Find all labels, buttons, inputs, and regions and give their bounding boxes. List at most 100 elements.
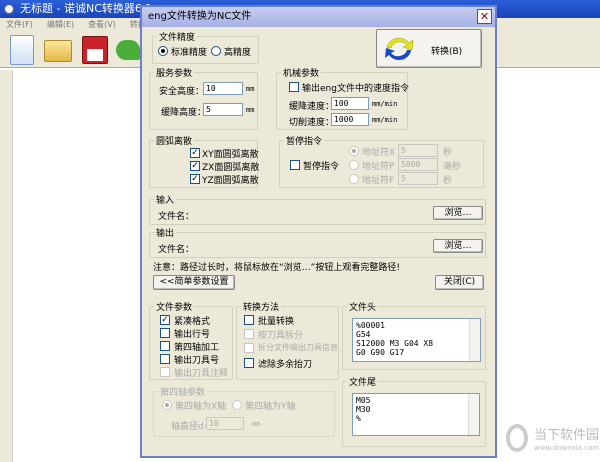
batch-convert-checkbox[interactable] — [244, 315, 254, 325]
watermark: 当下软件园 www.downxia.com — [500, 420, 600, 460]
cut-speed-input[interactable]: 1000 — [331, 113, 369, 126]
close-icon[interactable]: ✕ — [477, 9, 492, 24]
xy-arc-checkbox[interactable]: ✓ — [190, 148, 200, 158]
path-note: 注意：路径过长时，将鼠标放在“浏览…”按钮上观看完整路径! — [153, 263, 400, 273]
cut-speed-label: 切削速度： — [289, 118, 335, 128]
group-label: 输出 — [154, 226, 177, 239]
open-folder-icon[interactable] — [44, 40, 72, 62]
diameter-input[interactable]: 10 — [206, 417, 244, 430]
high-precision-radio[interactable] — [211, 46, 221, 56]
file-head-textarea[interactable]: %00001 G54 S12000 M3 G04 X8 G0 G90 G17 — [352, 318, 481, 362]
group-label: 文件精度 — [157, 30, 198, 43]
file-tail-group: 文件尾 M05 M30 % — [342, 375, 486, 447]
group-label: 转换方法 — [241, 300, 282, 313]
checkbox-label: 输出刀具注释 — [174, 369, 229, 379]
fourth-axis-y-radio[interactable] — [232, 400, 242, 410]
watermark-name: 当下软件园 — [534, 428, 600, 443]
checkbox-label: YZ面圆弧离散 — [202, 176, 259, 186]
address-p-radio[interactable] — [349, 160, 359, 170]
checkbox-label: 第四轴加工 — [174, 343, 220, 353]
scrollbar[interactable] — [468, 394, 479, 435]
zx-arc-checkbox[interactable]: ✓ — [190, 161, 200, 171]
group-label: 文件尾 — [347, 375, 379, 388]
checkbox-label: 拆分文件输出刀具信息 — [258, 343, 338, 352]
output-speed-checkbox[interactable] — [289, 82, 299, 92]
undo-icon[interactable] — [116, 40, 140, 60]
output-tool-number-checkbox[interactable] — [160, 354, 170, 364]
split-by-tool-checkbox[interactable] — [244, 329, 254, 339]
simple-settings-button[interactable]: <<简单参数设置 — [153, 275, 235, 290]
output-tool-comment-checkbox[interactable] — [160, 367, 170, 377]
checkbox-label: 按刀具拆分 — [258, 331, 304, 341]
radio-label: 第四轴为Y轴 — [245, 402, 296, 412]
group-label: 文件参数 — [154, 300, 195, 313]
close-button[interactable]: 关闭(C) — [435, 275, 484, 290]
radio-label: 地址符P — [362, 162, 395, 172]
input-filename-label: 文件名： — [158, 212, 195, 222]
group-label: 服务参数 — [154, 66, 195, 79]
file-tail-textarea[interactable]: M05 M30 % — [352, 393, 480, 436]
slow-height-input[interactable]: 5 — [203, 103, 243, 116]
radio-label: 地址符X — [362, 148, 396, 158]
slow-speed-input[interactable]: 100 — [331, 97, 369, 110]
scrollbar[interactable] — [469, 319, 480, 361]
menu-view[interactable]: 查看(V) — [88, 20, 116, 29]
machine-params-group: 机械参数 输出eng文件中的速度指令 缓降速度： 100 mm/min 切削速度… — [276, 66, 409, 130]
slow-speed-label: 缓降速度： — [289, 102, 335, 112]
watermark-url: www.downxia.com — [534, 444, 600, 452]
checkbox-label: 批量转换 — [258, 317, 295, 327]
output-line-number-checkbox[interactable] — [160, 328, 170, 338]
output-browse-button[interactable]: 浏览… — [433, 239, 483, 253]
radio-label: 标准精度 — [171, 48, 208, 58]
fourth-axis-x-radio[interactable] — [162, 400, 172, 410]
input-group: 输入 文件名： 浏览… — [149, 193, 486, 225]
checkbox-label: 输出行号 — [174, 330, 211, 340]
fourth-axis-checkbox[interactable] — [160, 341, 170, 351]
radio-label: 高精度 — [224, 48, 252, 58]
save-icon[interactable] — [82, 36, 108, 64]
address-p-input[interactable]: 5000 — [398, 158, 438, 171]
filter-lift-checkbox[interactable] — [244, 358, 254, 368]
refresh-icon — [385, 37, 414, 60]
menu-file[interactable]: 文件(F) — [6, 20, 33, 29]
file-head-text: %00001 G54 S12000 M3 G04 X8 G0 G90 G17 — [356, 321, 434, 357]
document-area[interactable] — [12, 70, 142, 462]
radio-label: 地址符F — [362, 176, 395, 186]
output-filename-label: 文件名： — [158, 245, 195, 255]
address-f-radio[interactable] — [349, 174, 359, 184]
checkbox-label: 紧凑格式 — [174, 317, 211, 327]
unit-label: 秒 — [443, 148, 453, 158]
input-browse-button[interactable]: 浏览… — [433, 206, 483, 220]
fourth-axis-group: 第四轴参数 第四轴为X轴 第四轴为Y轴 轴直径d= 10 mm — [153, 385, 335, 437]
convert-dialog: eng文件转换为NC文件 ✕ 文件精度 标准精度 高精度 转换(B) 服务参数 … — [140, 5, 497, 458]
safe-height-input[interactable]: 10 — [203, 82, 243, 95]
split-tool-info-checkbox[interactable] — [244, 343, 254, 353]
checkbox-label: ZX面圆弧离散 — [202, 163, 260, 173]
pause-checkbox[interactable] — [290, 160, 300, 170]
unit-label: 毫秒 — [443, 162, 462, 172]
file-params-group: 文件参数 ✓ 紧凑格式 输出行号 第四轴加工 输出刀具号 输出刀具注释 — [149, 300, 233, 380]
file-tail-text: M05 M30 % — [356, 396, 371, 423]
address-x-radio[interactable] — [349, 146, 359, 156]
unit-label: mm — [252, 420, 261, 428]
address-f-input[interactable]: 5 — [398, 172, 438, 185]
yz-arc-checkbox[interactable]: ✓ — [190, 174, 200, 184]
unit-label: mm/min — [372, 100, 398, 108]
precision-group: 文件精度 标准精度 高精度 — [152, 30, 259, 64]
group-label: 文件头 — [347, 300, 379, 313]
app-icon — [3, 3, 15, 15]
unit-label: mm/min — [372, 116, 398, 124]
menu-edit[interactable]: 编辑(E) — [47, 20, 74, 29]
compact-format-checkbox[interactable]: ✓ — [160, 315, 170, 325]
convert-button[interactable]: 转换(B) — [376, 29, 482, 68]
checkbox-label: XY面圆弧离散 — [202, 150, 259, 160]
arc-discrete-group: 圆弧离散 ✓ XY面圆弧离散 ✓ ZX面圆弧离散 ✓ YZ面圆弧离散 — [149, 134, 260, 188]
group-label: 圆弧离散 — [154, 134, 195, 147]
new-file-icon[interactable] — [10, 35, 34, 65]
convert-label: 转换(B) — [431, 47, 463, 57]
standard-precision-radio[interactable] — [158, 46, 168, 56]
checkbox-label: 输出刀具号 — [174, 356, 220, 366]
convert-method-group: 转换方法 批量转换 按刀具拆分 拆分文件输出刀具信息 滤除多余抬刀 — [236, 300, 339, 380]
watermark-logo — [506, 424, 528, 452]
address-x-input[interactable]: 5 — [398, 144, 438, 157]
